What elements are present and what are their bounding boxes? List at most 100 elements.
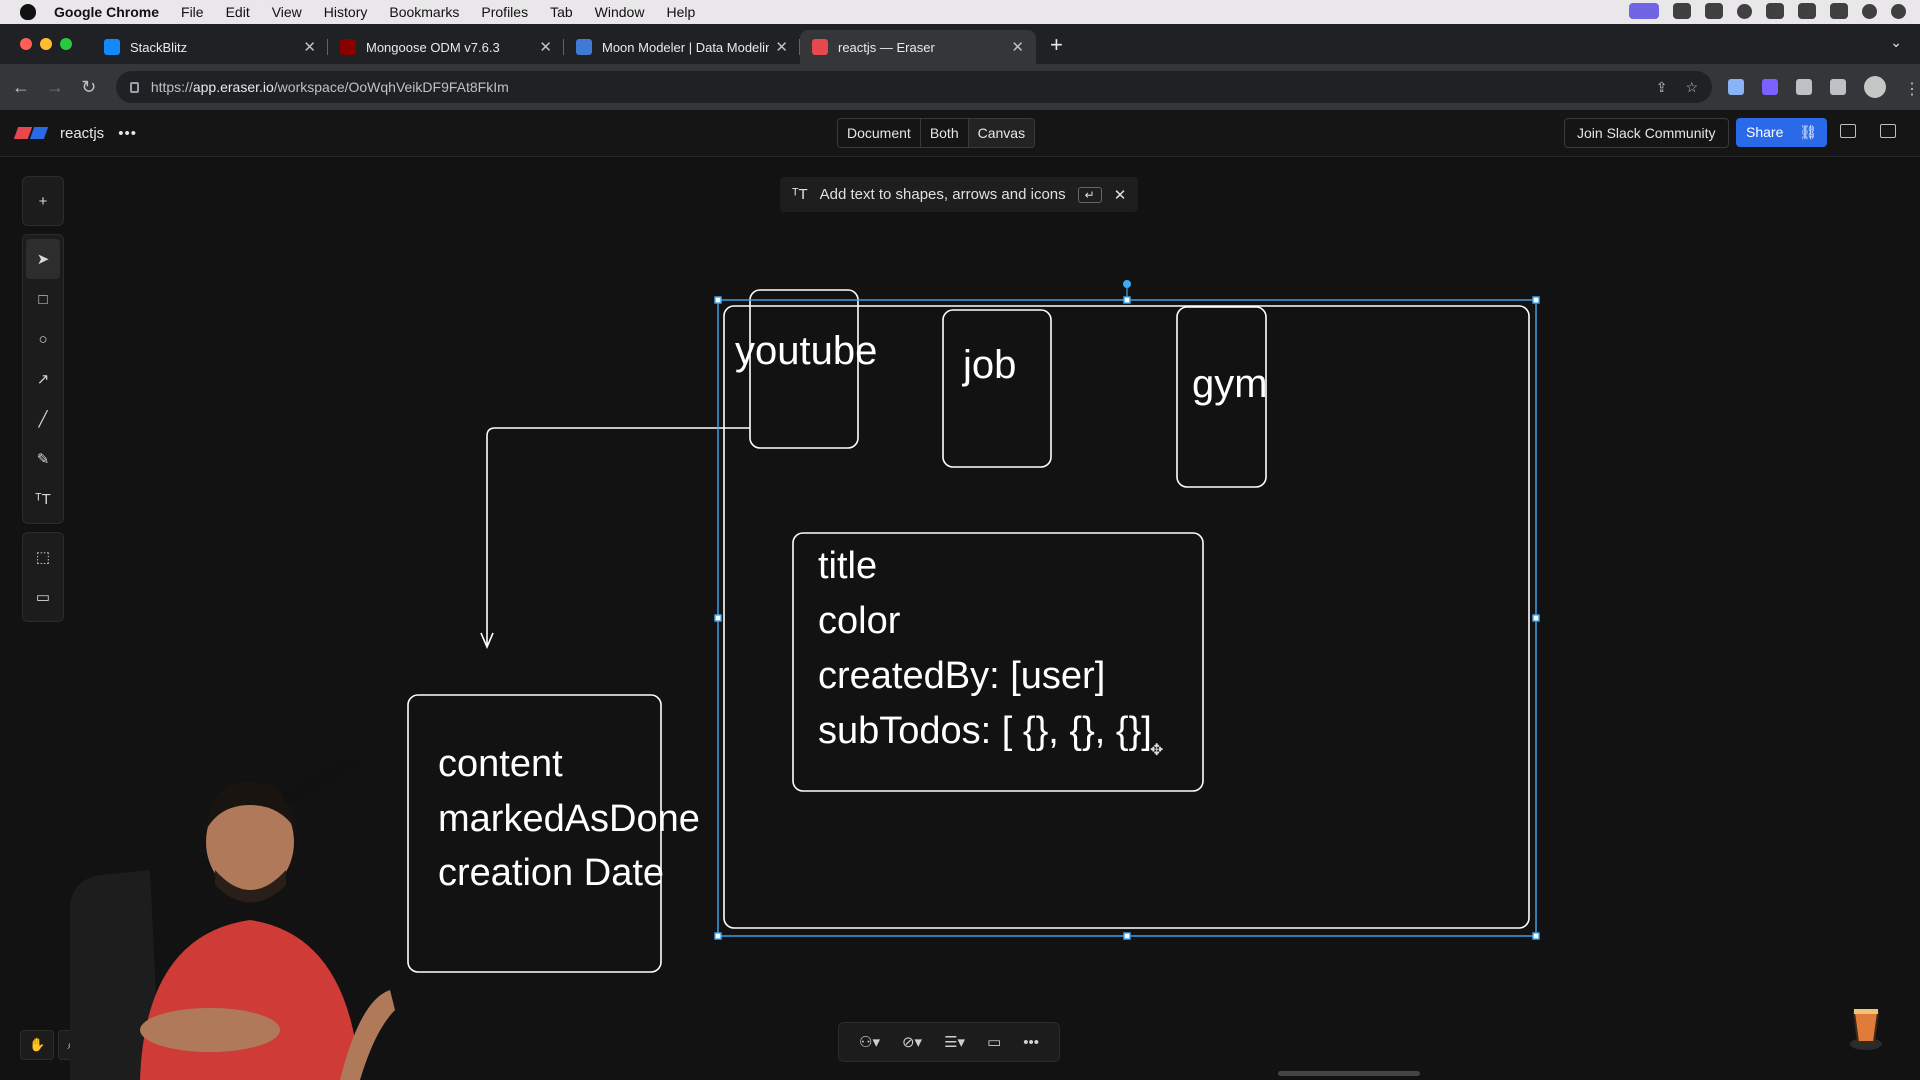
close-tab-icon[interactable]: ✕: [539, 38, 552, 56]
favicon-icon: [104, 39, 120, 55]
favicon-icon: [576, 39, 592, 55]
rectangle-tool-icon[interactable]: □: [23, 279, 63, 319]
forward-icon[interactable]: →: [42, 77, 68, 98]
todo-field: color: [818, 600, 901, 642]
m-app-icon[interactable]: [1737, 3, 1752, 19]
select-tool-icon[interactable]: ➤: [26, 239, 60, 279]
tab-label: StackBlitz: [130, 39, 188, 55]
bookmark-star-icon[interactable]: ☆: [1685, 79, 1698, 96]
close-tab-icon[interactable]: ✕: [303, 38, 316, 56]
hand-tool-icon[interactable]: ✋: [20, 1030, 55, 1060]
reload-icon[interactable]: ↻: [76, 77, 102, 98]
rotate-handle[interactable]: [1123, 280, 1131, 288]
ellipse-tool-icon[interactable]: ○: [23, 319, 63, 359]
mode-document-button[interactable]: Document: [838, 119, 921, 147]
menu-item[interactable]: History: [324, 4, 368, 20]
help-mascot-icon[interactable]: [1846, 1006, 1886, 1052]
menu-item[interactable]: Edit: [226, 4, 250, 20]
insert-group: +: [22, 176, 64, 226]
screen-record-icon[interactable]: [1629, 3, 1659, 19]
menu-item[interactable]: Tab: [550, 4, 573, 20]
siri-icon[interactable]: [1862, 3, 1877, 19]
line-tool-icon[interactable]: ╱: [23, 399, 63, 439]
extensions: ⋮: [1728, 76, 1920, 98]
horizontal-scrollbar[interactable]: [1278, 1071, 1420, 1076]
menu-item[interactable]: Help: [666, 4, 695, 20]
mode-both-button[interactable]: Both: [921, 119, 969, 147]
arrow-tool-icon[interactable]: ↗: [23, 359, 63, 399]
text-tool-icon[interactable]: ᵀT: [23, 479, 63, 519]
document-name[interactable]: reactjs: [60, 125, 104, 142]
menu-item[interactable]: Window: [595, 4, 645, 20]
favicon-icon: [812, 39, 828, 55]
back-icon[interactable]: ←: [8, 77, 34, 98]
url-field[interactable]: https://app.eraser.io/workspace/OoWqhVei…: [115, 71, 1712, 103]
fill-none-icon[interactable]: ⊘▾: [902, 1033, 922, 1051]
omnibox-actions: ⇪ ☆: [1656, 79, 1698, 96]
left-toolbar: + ➤ □ ○ ↗ ╱ ✎ ᵀT ⬚ ▭: [22, 176, 64, 630]
browser-tab[interactable]: StackBlitz ✕: [92, 30, 328, 64]
presenter-webcam-overlay: [70, 760, 395, 1080]
close-window-button[interactable]: [20, 38, 32, 50]
extension-icon[interactable]: [1728, 79, 1744, 95]
mac-menubar: Google Chrome File Edit View History Bookmar…: [0, 0, 1920, 24]
puzzle-icon[interactable]: [1796, 79, 1812, 95]
profile-avatar[interactable]: [1864, 76, 1886, 98]
outline-icon[interactable]: [1880, 124, 1896, 138]
comment-tool-icon[interactable]: ▭: [23, 577, 63, 617]
pencil-tool-icon[interactable]: ✎: [23, 439, 63, 479]
join-slack-button[interactable]: Join Slack Community: [1564, 118, 1729, 148]
job-box[interactable]: [942, 309, 1052, 468]
status-tray: [1629, 3, 1906, 19]
url-host: app.eraser.io: [192, 79, 274, 95]
close-tab-icon[interactable]: ✕: [1011, 38, 1024, 56]
lock-icon[interactable]: [129, 81, 139, 93]
close-tab-icon[interactable]: ✕: [775, 38, 788, 56]
text-size-icon: ᵀT: [792, 186, 808, 203]
app-name-menu[interactable]: Google Chrome: [54, 4, 159, 20]
eraser-logo-icon[interactable]: [13, 127, 49, 139]
frame-tool-icon[interactable]: ⬚: [23, 537, 63, 577]
extra-tools: ⬚ ▭: [22, 532, 64, 622]
link-icon[interactable]: ⛓: [1799, 124, 1817, 141]
bluetooth-icon[interactable]: [1705, 3, 1723, 19]
tabs: StackBlitz ✕ Mongoose ODM v7.6.3 ✕ Moon Mode…: [92, 30, 1036, 64]
insert-plus-icon[interactable]: +: [23, 181, 63, 221]
menu-item[interactable]: View: [272, 4, 302, 20]
menu-item[interactable]: Profiles: [481, 4, 528, 20]
comments-icon[interactable]: [1840, 124, 1856, 138]
share-page-icon[interactable]: ⇪: [1656, 79, 1668, 96]
browser-tab[interactable]: Mongoose ODM v7.6.3 ✕: [328, 30, 564, 64]
new-tab-button[interactable]: +: [1050, 32, 1063, 58]
app-header: reactjs ••• Document Both Canvas Join Slac…: [0, 110, 1920, 157]
browser-tab[interactable]: Moon Modeler | Data Modeling ✕: [564, 30, 800, 64]
apple-icon[interactable]: [20, 4, 36, 20]
chrome-menu-icon[interactable]: ⋮: [1904, 79, 1920, 98]
tab-search-chevron-icon[interactable]: ⌄: [1890, 34, 1902, 51]
close-tip-icon[interactable]: ✕: [1114, 186, 1127, 204]
add-comment-icon[interactable]: ▭: [987, 1033, 1001, 1051]
shape-style-icon[interactable]: ⚇▾: [859, 1033, 880, 1051]
display-icon[interactable]: [1766, 3, 1784, 19]
clock-icon[interactable]: [1891, 3, 1906, 19]
zoom-window-button[interactable]: [60, 38, 72, 50]
extension-icon[interactable]: [1762, 79, 1778, 95]
document-more-icon[interactable]: •••: [118, 125, 137, 142]
mode-canvas-button[interactable]: Canvas: [968, 119, 1035, 147]
minimize-window-button[interactable]: [40, 38, 52, 50]
subtodo-field: creation Date: [438, 852, 664, 894]
connector-arrow[interactable]: [486, 427, 750, 645]
browser-tab[interactable]: reactjs — Eraser ✕: [800, 30, 1036, 64]
creative-cloud-icon[interactable]: [1673, 3, 1691, 19]
job-label: job: [962, 343, 1016, 387]
menu-item[interactable]: File: [181, 4, 204, 20]
more-options-icon[interactable]: •••: [1023, 1034, 1039, 1051]
control-center-icon[interactable]: [1830, 3, 1848, 19]
youtube-label: youtube: [735, 329, 877, 373]
gym-label: gym: [1192, 362, 1268, 406]
menu-item[interactable]: Bookmarks: [389, 4, 459, 20]
side-panel-icon[interactable]: [1830, 79, 1846, 95]
share-button[interactable]: Share ⛓: [1736, 118, 1828, 147]
stroke-style-icon[interactable]: ☰▾: [944, 1033, 965, 1051]
wifi-icon[interactable]: [1798, 3, 1816, 19]
